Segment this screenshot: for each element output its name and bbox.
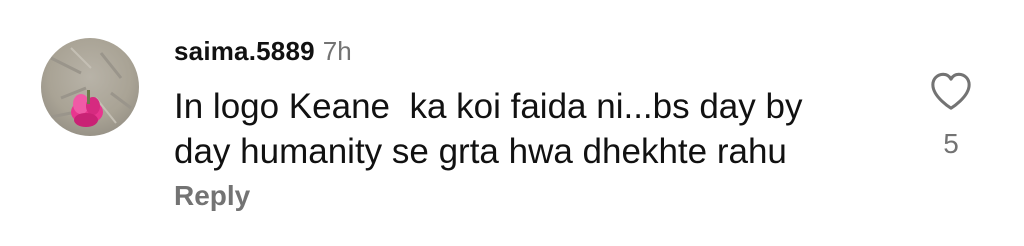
comment-item: saima.5889 7h In logo Keane ka koi faida… bbox=[0, 0, 1024, 246]
username-link[interactable]: saima.5889 bbox=[174, 36, 315, 67]
avatar[interactable] bbox=[41, 38, 139, 136]
comment-header: saima.5889 7h bbox=[174, 36, 352, 66]
like-count: 5 bbox=[943, 128, 959, 159]
timestamp: 7h bbox=[322, 36, 352, 66]
reply-button[interactable]: Reply bbox=[174, 180, 250, 212]
heart-outline-icon[interactable] bbox=[928, 70, 974, 112]
like-group: 5 bbox=[920, 70, 982, 160]
comment-text-line-1: In logo Keane ka koi faida ni...bs day b… bbox=[174, 87, 803, 126]
comment-text-line-2: day humanity se grta hwa dhekhte rahu bbox=[174, 132, 787, 171]
avatar-image bbox=[41, 38, 139, 136]
comment-text: In logo Keane ka koi faida ni...bs day b… bbox=[174, 84, 894, 174]
